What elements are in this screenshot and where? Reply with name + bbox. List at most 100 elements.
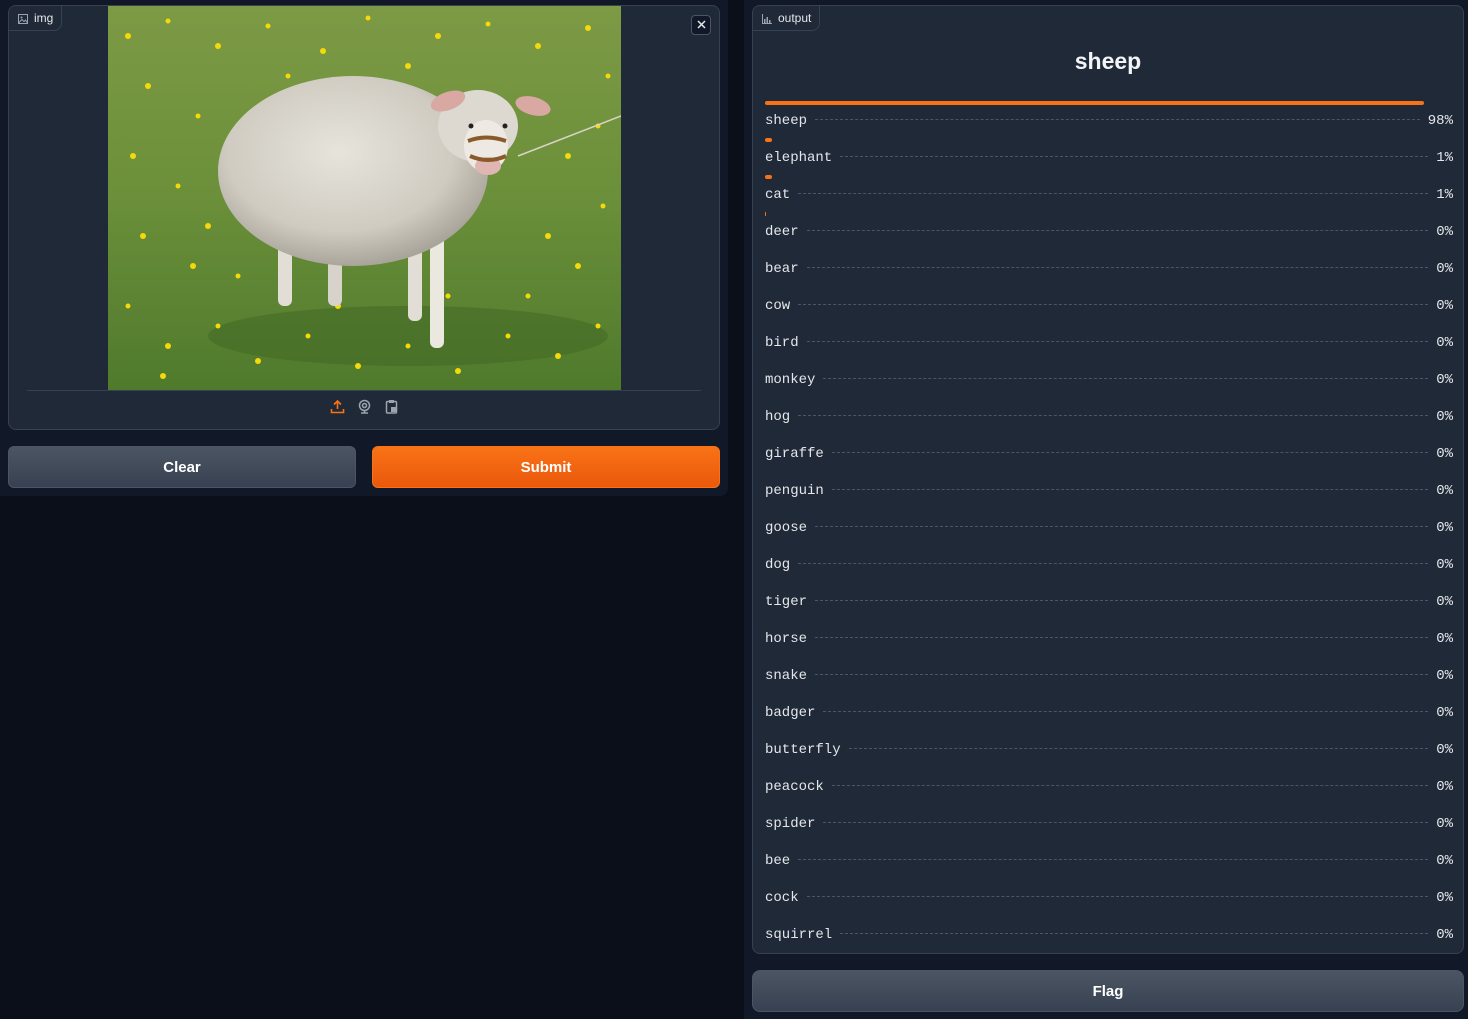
confidence-row[interactable]: hog 0% <box>765 397 1453 434</box>
confidence-row[interactable]: sheep 98% <box>765 101 1453 138</box>
predicted-label: sheep <box>1074 48 1142 74</box>
confidence-label: bird <box>765 335 799 351</box>
confidence-text: bee 0% <box>765 853 1453 869</box>
upload-icon <box>330 399 345 419</box>
clear-image-button[interactable] <box>691 15 711 35</box>
confidence-row[interactable]: penguin 0% <box>765 471 1453 508</box>
confidence-list: sheep 98% elephant 1% cat 1% deer 0% bear 0% cow 0%… <box>765 101 1453 952</box>
webcam-source-button[interactable] <box>356 399 373 417</box>
confidence-label: butterfly <box>765 742 841 758</box>
confidence-percent: 0% <box>1436 705 1453 721</box>
confidence-percent: 98% <box>1427 113 1453 129</box>
output-column: output sheep sheep 98% elephant 1% cat 1% deer… <box>744 0 1468 1019</box>
dotted-leader <box>831 452 1429 453</box>
confidence-percent: 0% <box>1436 927 1453 943</box>
confidence-label: goose <box>765 520 808 536</box>
dotted-leader <box>798 304 1429 305</box>
output-label: output <box>753 6 821 31</box>
confidence-text: cat 1% <box>765 187 1453 203</box>
image-input-label-text: img <box>34 11 54 25</box>
confidence-row[interactable]: cat 1% <box>765 175 1453 212</box>
confidence-text: snake 0% <box>765 668 1453 684</box>
dotted-leader <box>823 711 1429 712</box>
confidence-row[interactable]: horse 0% <box>765 619 1453 656</box>
dotted-leader <box>815 119 1420 120</box>
confidence-percent: 1% <box>1436 187 1453 203</box>
confidence-text: giraffe 0% <box>765 446 1453 462</box>
confidence-percent: 0% <box>1436 261 1453 277</box>
output-label-text: output <box>778 11 812 25</box>
dotted-leader <box>848 748 1429 749</box>
confidence-row[interactable]: squirrel 0% <box>765 915 1453 952</box>
confidence-row[interactable]: spider 0% <box>765 804 1453 841</box>
uploaded-image[interactable] <box>108 6 621 390</box>
clipboard-source-button[interactable] <box>383 399 400 417</box>
input-column: img Clear Submit <box>0 0 728 496</box>
image-source-selector <box>9 399 719 422</box>
confidence-row[interactable]: deer 0% <box>765 212 1453 249</box>
confidence-text: badger 0% <box>765 705 1453 721</box>
confidence-text: butterfly 0% <box>765 742 1453 758</box>
confidence-label: cow <box>765 298 791 314</box>
confidence-row[interactable]: peacock 0% <box>765 767 1453 804</box>
confidence-percent: 0% <box>1436 520 1453 536</box>
confidence-text: deer 0% <box>765 224 1453 240</box>
image-input-label: img <box>9 6 63 31</box>
confidence-bar <box>765 101 1424 105</box>
confidence-row[interactable]: tiger 0% <box>765 582 1453 619</box>
dotted-leader <box>798 415 1429 416</box>
confidence-text: penguin 0% <box>765 483 1453 499</box>
dotted-leader <box>823 378 1429 379</box>
confidence-row[interactable]: badger 0% <box>765 693 1453 730</box>
confidence-text: bear 0% <box>765 261 1453 277</box>
dotted-leader <box>806 267 1429 268</box>
confidence-text: squirrel 0% <box>765 927 1453 943</box>
flag-button[interactable]: Flag <box>752 970 1464 1012</box>
confidence-row[interactable]: cow 0% <box>765 286 1453 323</box>
confidence-row[interactable]: giraffe 0% <box>765 434 1453 471</box>
confidence-row[interactable]: dog 0% <box>765 545 1453 582</box>
confidence-percent: 0% <box>1436 853 1453 869</box>
confidence-percent: 0% <box>1436 557 1453 573</box>
confidence-row[interactable]: goose 0% <box>765 508 1453 545</box>
confidence-percent: 0% <box>1436 890 1453 906</box>
confidence-bar <box>765 212 767 216</box>
clear-button[interactable]: Clear <box>8 446 356 488</box>
confidence-row[interactable]: butterfly 0% <box>765 730 1453 767</box>
bar-chart-icon <box>762 13 772 24</box>
confidence-text: spider 0% <box>765 816 1453 832</box>
app-root: img Clear Submit output sheep sheep 98% … <box>0 0 1468 1019</box>
dotted-leader <box>798 563 1429 564</box>
image-divider <box>27 390 701 391</box>
confidence-label: bear <box>765 261 799 277</box>
confidence-percent: 1% <box>1436 150 1453 166</box>
sheep-photo <box>108 6 621 390</box>
confidence-row[interactable]: monkey 0% <box>765 360 1453 397</box>
confidence-percent: 0% <box>1436 779 1453 795</box>
confidence-text: hog 0% <box>765 409 1453 425</box>
dotted-leader <box>798 859 1429 860</box>
confidence-text: monkey 0% <box>765 372 1453 388</box>
image-icon <box>18 13 28 24</box>
confidence-row[interactable]: bird 0% <box>765 323 1453 360</box>
confidence-percent: 0% <box>1436 594 1453 610</box>
confidence-text: dog 0% <box>765 557 1453 573</box>
dotted-leader <box>815 674 1429 675</box>
close-icon <box>696 16 706 34</box>
confidence-text: goose 0% <box>765 520 1453 536</box>
confidence-row[interactable]: bear 0% <box>765 249 1453 286</box>
dotted-leader <box>831 489 1429 490</box>
confidence-percent: 0% <box>1436 409 1453 425</box>
dotted-leader <box>831 785 1429 786</box>
confidence-row[interactable]: elephant 1% <box>765 138 1453 175</box>
confidence-row[interactable]: cock 0% <box>765 878 1453 915</box>
confidence-text: tiger 0% <box>765 594 1453 610</box>
submit-button[interactable]: Submit <box>372 446 720 488</box>
upload-source-button[interactable] <box>329 399 346 419</box>
confidence-label: badger <box>765 705 816 721</box>
confidence-row[interactable]: snake 0% <box>765 656 1453 693</box>
confidence-row[interactable]: bee 0% <box>765 841 1453 878</box>
confidence-text: cock 0% <box>765 890 1453 906</box>
confidence-label: elephant <box>765 150 833 166</box>
confidence-percent: 0% <box>1436 483 1453 499</box>
